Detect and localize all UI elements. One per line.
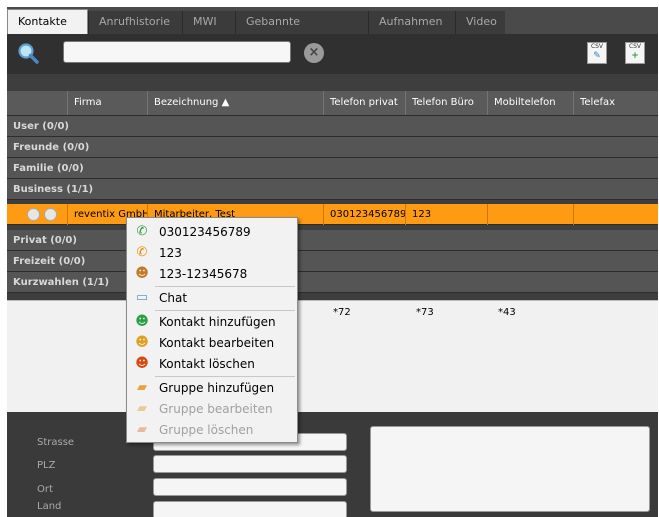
notes-box[interactable]: [370, 426, 650, 512]
cell-mobiltelefon: [487, 204, 573, 225]
toolbar: × CSV ✎ CSV +: [7, 34, 658, 74]
tab-aufnahmen[interactable]: Aufnahmen: [368, 11, 455, 34]
group-row-freunde[interactable]: Freunde (0/0): [7, 137, 658, 158]
shortcut-buero: *73: [416, 307, 434, 318]
tab-bar: Kontakte Anrufhistorie MWI Gebannte Rufn…: [7, 7, 658, 50]
ort-field[interactable]: [153, 478, 347, 496]
menu-item-call-private[interactable]: ✆ 030123456789: [127, 222, 297, 242]
menu-item-group-add[interactable]: ▰ Gruppe hinzufügen: [127, 378, 297, 398]
label-ort: Ort: [37, 484, 53, 495]
cell-telefon-privat: 030123456789: [323, 204, 405, 225]
presence-status-icon-2: [44, 208, 57, 221]
menu-separator-2: [155, 310, 295, 311]
import-plus-icon: +: [631, 51, 639, 61]
label-strasse: Strasse: [37, 437, 75, 448]
contacts-window: Kontakte Anrufhistorie MWI Gebannte Rufn…: [7, 7, 658, 517]
group-row-familie[interactable]: Familie (0/0): [7, 158, 658, 179]
label-land: Land: [37, 501, 62, 512]
menu-label-chat: Chat: [159, 291, 188, 305]
tab-gebannte-rufnummern[interactable]: Gebannte Rufnummern: [235, 11, 368, 50]
menu-label-call-mobile: 123-12345678: [159, 267, 248, 281]
tab-video[interactable]: Video: [455, 11, 505, 34]
menu-separator: [155, 286, 295, 287]
column-telefax[interactable]: Telefax: [573, 91, 658, 115]
csv-export-icon[interactable]: CSV ✎: [587, 42, 607, 64]
menu-label-call-office: 123: [159, 246, 182, 260]
phone-icon: ✆: [136, 224, 148, 239]
menu-item-group-edit: ▰ Gruppe bearbeiten: [127, 399, 297, 419]
csv-import-label: CSV: [628, 43, 642, 50]
menu-item-contact-delete[interactable]: ☻ Kontakt löschen: [127, 354, 297, 374]
menu-item-contact-add[interactable]: ☻ Kontakt hinzufügen: [127, 312, 297, 332]
menu-item-chat[interactable]: ▭ Chat: [127, 288, 297, 308]
folder-add-icon: ▰: [137, 380, 147, 395]
menu-item-group-delete: ▰ Gruppe löschen: [127, 420, 297, 440]
column-mobiltelefon[interactable]: Mobiltelefon: [487, 91, 573, 115]
menu-item-call-office[interactable]: ✆ 123: [127, 243, 297, 263]
search-input[interactable]: [63, 41, 291, 63]
label-plz: PLZ: [37, 460, 56, 471]
folder-edit-icon: ▰: [137, 401, 147, 416]
menu-label-group-delete: Gruppe löschen: [159, 423, 254, 437]
presence-status-icon: [27, 208, 40, 221]
menu-label-group-add: Gruppe hinzufügen: [159, 381, 275, 395]
shortcut-mobil: *43: [498, 307, 516, 318]
menu-item-contact-edit[interactable]: ☻ Kontakt bearbeiten: [127, 333, 297, 353]
tab-anrufhistorie[interactable]: Anrufhistorie: [88, 11, 182, 34]
tab-mwi[interactable]: MWI: [182, 11, 235, 34]
group-row-kurzwahlen[interactable]: Kurzwahlen (1/1): [7, 272, 658, 293]
context-menu: ✆ 030123456789 ✆ 123 ☻ 123-12345678 ▭ Ch…: [126, 217, 298, 443]
tab-kontakte[interactable]: Kontakte: [7, 9, 88, 34]
group-row-freizeit[interactable]: Freizeit (0/0): [7, 251, 658, 272]
csv-import-icon[interactable]: CSV +: [625, 42, 645, 64]
column-telefon-privat[interactable]: Telefon privat: [323, 91, 405, 115]
land-field[interactable]: [153, 501, 347, 517]
export-arrow-icon: ✎: [593, 51, 601, 61]
shortcut-row[interactable]: *72 *73 *43: [7, 300, 658, 413]
group-row-user[interactable]: User (0/0): [7, 116, 658, 137]
menu-label-group-edit: Gruppe bearbeiten: [159, 402, 273, 416]
menu-label-contact-add: Kontakt hinzufügen: [159, 315, 276, 329]
contact-edit-icon: ☻: [135, 335, 149, 350]
menu-separator-3: [155, 376, 295, 377]
column-firma[interactable]: Firma: [67, 91, 147, 115]
clear-icon[interactable]: ×: [304, 43, 324, 63]
chat-bubble-icon: ▭: [135, 290, 149, 305]
magnifier-icon[interactable]: [17, 42, 39, 64]
menu-item-call-mobile[interactable]: ☻ 123-12345678: [127, 264, 297, 284]
contact-add-icon: ☻: [135, 314, 149, 329]
menu-label-contact-edit: Kontakt bearbeiten: [159, 336, 275, 350]
cell-telefax: [573, 204, 658, 225]
phone-office-icon: ✆: [136, 245, 148, 260]
table-header: Firma Bezeichnung ▲ Telefon privat Telef…: [7, 91, 658, 116]
contact-details-panel: Strasse PLZ Ort Land: [7, 412, 658, 517]
group-row-business[interactable]: Business (1/1): [7, 179, 658, 200]
column-bezeichnung[interactable]: Bezeichnung ▲: [147, 91, 323, 115]
group-row-privat[interactable]: Privat (0/0): [7, 230, 658, 251]
cell-telefon-buero: 123: [405, 204, 487, 225]
folder-delete-icon: ▰: [137, 422, 147, 437]
person-icon: ☻: [135, 266, 149, 281]
plz-field[interactable]: [153, 455, 347, 473]
csv-export-label: CSV: [590, 43, 604, 50]
column-telefon-buero[interactable]: Telefon Büro: [405, 91, 487, 115]
contact-row-selected[interactable]: reventix GmbH Mitarbeiter, Test 03012345…: [7, 204, 658, 225]
shortcut-privat: *72: [333, 307, 351, 318]
contact-delete-icon: ☻: [135, 356, 149, 371]
menu-label-contact-delete: Kontakt löschen: [159, 357, 255, 371]
menu-label-call-private: 030123456789: [159, 225, 251, 239]
